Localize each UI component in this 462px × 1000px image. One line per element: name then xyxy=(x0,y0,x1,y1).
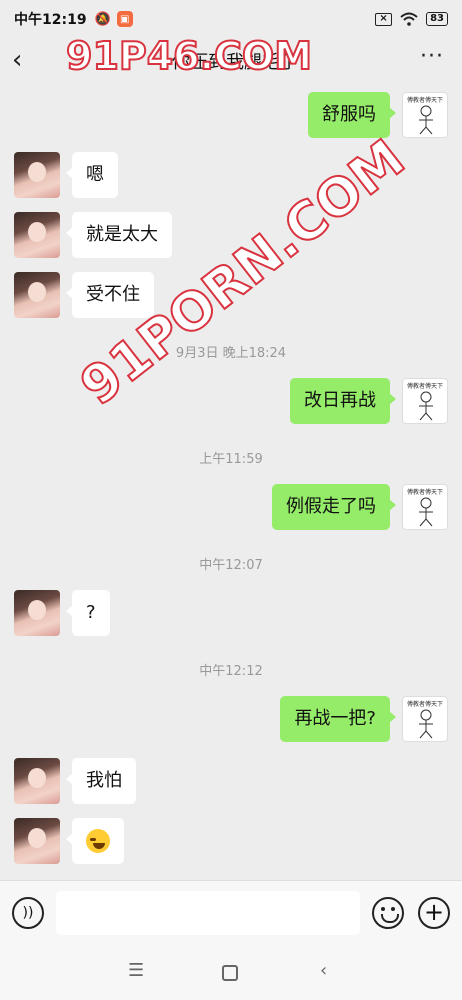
message-bubble-received[interactable]: 就是太大 xyxy=(66,212,172,258)
status-time: 中午12:19 xyxy=(14,12,87,28)
message-row: ? xyxy=(0,590,462,640)
message-bubble-sent[interactable]: 再战一把? xyxy=(280,696,396,742)
message-input[interactable] xyxy=(56,891,360,935)
bell-off-icon: 🔕 xyxy=(94,11,111,27)
message-row: 受不住 xyxy=(0,272,462,322)
contact-avatar[interactable] xyxy=(14,758,60,804)
home-icon[interactable] xyxy=(222,965,238,981)
message-bubble-sent[interactable]: 改日再战 xyxy=(290,378,396,424)
timestamp: 上午11:59 xyxy=(199,452,263,467)
message-row: 舒服吗 傅教者傅天下 xyxy=(0,90,462,140)
voice-input-icon[interactable]: )) xyxy=(12,897,44,929)
timestamp: 中午12:12 xyxy=(199,664,263,679)
emoji-button-icon[interactable] xyxy=(372,897,404,929)
message-bubble-sent[interactable]: 舒服吗 xyxy=(308,92,396,138)
message-bubble-received[interactable]: ? xyxy=(66,590,110,636)
timestamp: 中午12:07 xyxy=(199,558,263,573)
message-bubble-received[interactable]: 我怕 xyxy=(66,758,136,804)
battery-indicator: 83 xyxy=(426,12,448,26)
menu-icon[interactable]: ☰ xyxy=(128,960,144,981)
more-options-icon[interactable]: ··· xyxy=(420,44,444,69)
status-bar: 中午12:19 🔕 ▣ × 83 xyxy=(0,0,462,38)
contact-avatar[interactable] xyxy=(14,272,60,318)
message-row: 就是太大 xyxy=(0,212,462,262)
chat-title: 你压到我腿毛了 xyxy=(172,52,298,73)
my-avatar[interactable]: 傅教者傅天下 xyxy=(402,92,448,138)
meme-figure-icon xyxy=(419,391,433,421)
no-sim-icon: × xyxy=(375,12,393,26)
message-list[interactable]: 舒服吗 傅教者傅天下 嗯 就是太大 受不住 9月3日 晚上18:24 改日再战 … xyxy=(0,84,462,880)
my-avatar[interactable]: 傅教者傅天下 xyxy=(402,696,448,742)
laugh-cry-emoji-icon xyxy=(86,829,110,853)
meme-figure-icon xyxy=(419,709,433,739)
meme-figure-icon xyxy=(419,497,433,527)
wifi-icon xyxy=(400,12,418,26)
chat-header: ‹ 你压到我腿毛了 ··· xyxy=(0,38,462,84)
nav-back-icon[interactable]: ‹ xyxy=(320,960,327,981)
plus-icon[interactable]: + xyxy=(418,897,450,929)
contact-avatar[interactable] xyxy=(14,590,60,636)
message-bubble-sent[interactable]: 例假走了吗 xyxy=(272,484,396,530)
contact-avatar[interactable] xyxy=(14,818,60,864)
system-nav-bar: ☰ ‹ xyxy=(0,946,462,1000)
timestamp: 9月3日 晚上18:24 xyxy=(175,346,287,361)
contact-avatar[interactable] xyxy=(14,152,60,198)
message-bubble-received[interactable] xyxy=(66,818,124,864)
my-avatar[interactable]: 傅教者傅天下 xyxy=(402,378,448,424)
my-avatar[interactable]: 傅教者傅天下 xyxy=(402,484,448,530)
input-bar: )) + xyxy=(0,880,462,946)
message-row: 改日再战 傅教者傅天下 xyxy=(0,378,462,428)
meme-figure-icon xyxy=(419,105,433,135)
app-notification-icon: ▣ xyxy=(116,11,133,27)
message-row: 再战一把? 傅教者傅天下 xyxy=(0,696,462,746)
message-row: 我怕 xyxy=(0,758,462,808)
message-bubble-received[interactable]: 受不住 xyxy=(66,272,154,318)
message-row: 嗯 xyxy=(0,152,462,202)
message-row: 例假走了吗 傅教者傅天下 xyxy=(0,484,462,534)
message-row xyxy=(0,818,462,868)
message-bubble-received[interactable]: 嗯 xyxy=(66,152,118,198)
back-chevron-icon[interactable]: ‹ xyxy=(12,44,40,76)
contact-avatar[interactable] xyxy=(14,212,60,258)
